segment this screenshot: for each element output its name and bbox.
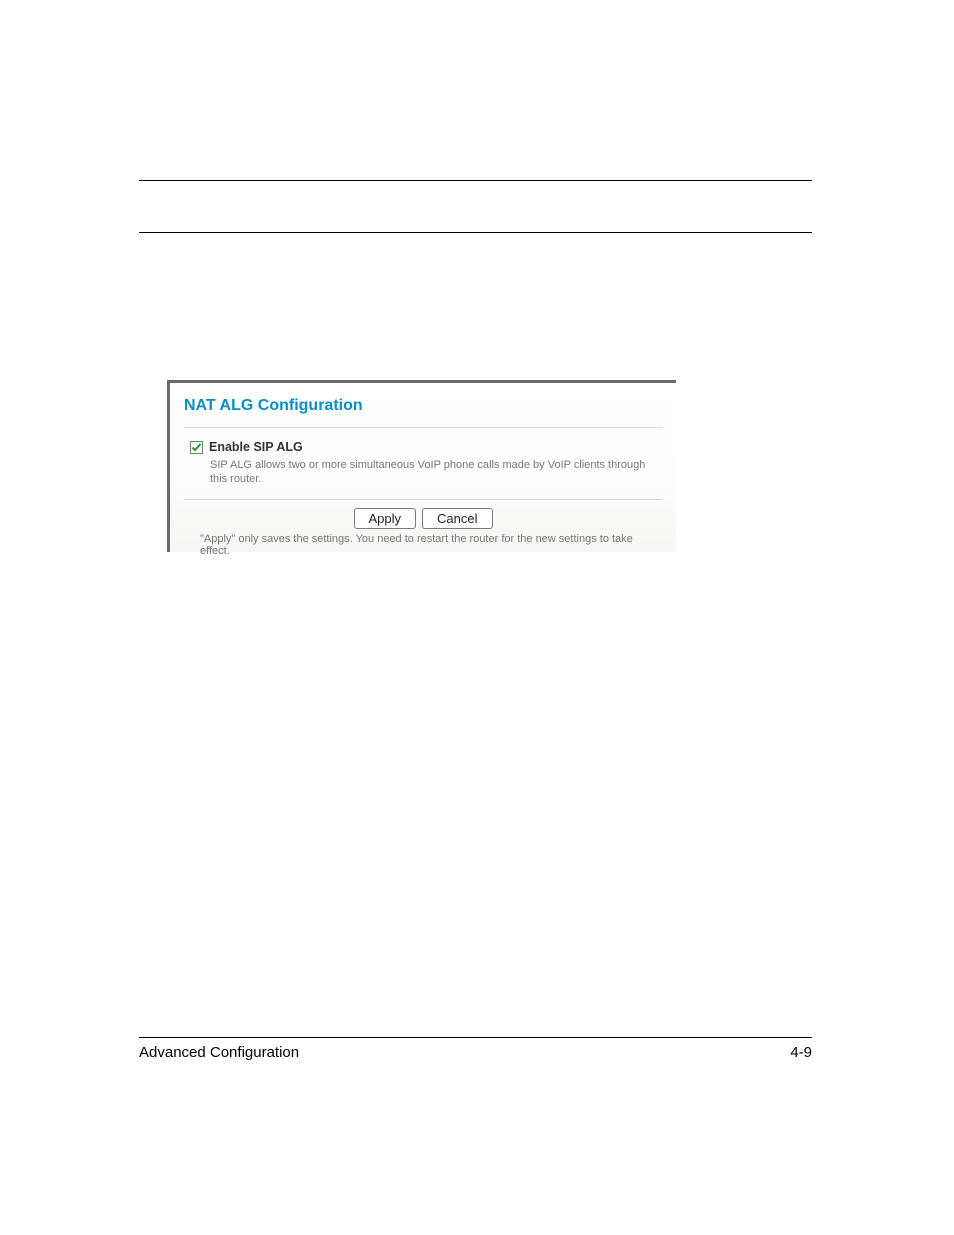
enable-sip-alg-label: Enable SIP ALG xyxy=(209,440,303,454)
option-description: SIP ALG allows two or more simultaneous … xyxy=(190,454,658,487)
apply-button[interactable]: Apply xyxy=(354,508,417,529)
header-rule-bottom xyxy=(139,232,812,233)
cancel-button[interactable]: Cancel xyxy=(422,508,492,529)
checkmark-icon xyxy=(191,442,202,453)
button-row: Apply Cancel xyxy=(184,500,662,529)
footer-page-number: 4-9 xyxy=(790,1044,812,1061)
option-block: Enable SIP ALG SIP ALG allows two or mor… xyxy=(184,428,662,500)
document-page: NAT ALG Configuration Enable SIP ALG SIP… xyxy=(0,0,954,1235)
enable-sip-alg-checkbox[interactable] xyxy=(190,441,203,454)
page-footer: Advanced Configuration 4-9 xyxy=(139,1044,812,1061)
footer-section-title: Advanced Configuration xyxy=(139,1044,299,1061)
footer-rule xyxy=(139,1037,812,1038)
apply-note: "Apply" only saves the settings. You nee… xyxy=(184,529,662,557)
nat-alg-panel: NAT ALG Configuration Enable SIP ALG SIP… xyxy=(167,380,676,552)
panel-title: NAT ALG Configuration xyxy=(184,393,662,428)
header-rule-top xyxy=(139,180,812,181)
